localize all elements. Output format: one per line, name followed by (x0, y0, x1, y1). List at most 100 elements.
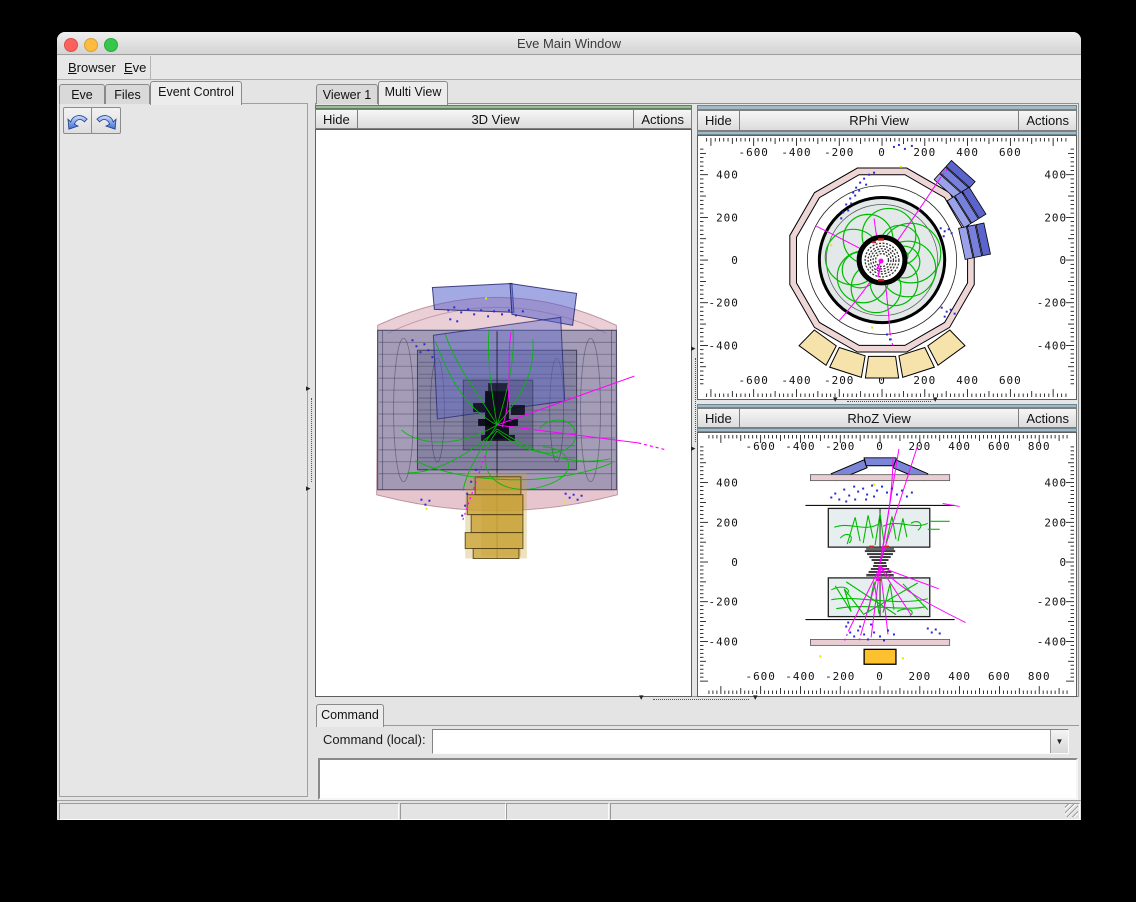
splitter-handle-mid2[interactable]: ▸ (691, 445, 696, 454)
axis-tick-label: -400 (781, 374, 811, 387)
axis-tick-label: 0 (876, 670, 884, 683)
command-prompt-label: Command (local): (323, 732, 426, 747)
axis-tick-label: 200 (913, 146, 936, 159)
splitter-handle-right2[interactable]: ▾ (933, 396, 938, 405)
3d-detector-render (316, 130, 691, 696)
splitter-left[interactable] (311, 398, 312, 482)
axis-tick-label: -600 (746, 440, 776, 453)
axis-tick-label: 200 (908, 670, 931, 683)
axis-tick-label: 400 (1044, 169, 1067, 182)
titlebar[interactable]: Eve Main Window (57, 32, 1081, 55)
dropdown-arrow-icon: ▼ (1056, 737, 1064, 746)
axis-tick-label: -400 (1037, 635, 1067, 648)
viewer-tab-viewer1[interactable]: Viewer 1 (316, 84, 378, 104)
splitter-handle-mid[interactable]: ▸ (691, 345, 696, 354)
splitter-mid[interactable] (695, 358, 696, 442)
axis-tick-label: 200 (908, 440, 931, 453)
axis-tick-label: 0 (878, 146, 886, 159)
axis-tick-label: -200 (708, 596, 738, 609)
hide-button-rphi[interactable]: Hide (698, 111, 740, 130)
prev-event-button[interactable] (63, 107, 93, 134)
rhoz-detector (805, 458, 959, 664)
command-tab[interactable]: Command (316, 704, 384, 727)
hide-button-3d[interactable]: Hide (316, 110, 358, 128)
command-combobox: ▼ (432, 729, 1069, 754)
axis-tick-label: 200 (913, 374, 936, 387)
splitter-handle-bottom[interactable]: ▾ (639, 694, 644, 703)
3d-header: Hide 3D View Actions (315, 109, 692, 129)
eve-main-window: Eve Main Window Browser Eve Eve Files Ev… (57, 32, 1081, 820)
axis-tick-label: -400 (785, 440, 815, 453)
detector-3d (377, 283, 618, 558)
axis-tick-label: 800 (1028, 670, 1051, 683)
menu-separator (150, 56, 151, 80)
axis-tick-label: -200 (1037, 596, 1067, 609)
actions-button-rhoz[interactable]: Actions (1018, 409, 1076, 427)
event-control-panel (59, 103, 308, 797)
left-tab-files[interactable]: Files (105, 84, 150, 104)
undo-arrow-icon (67, 111, 89, 131)
axis-tick-label: -200 (824, 374, 854, 387)
axis-tick-label: 600 (988, 440, 1011, 453)
3d-viewport[interactable] (315, 129, 692, 697)
splitter-handle-bottom2[interactable]: ▾ (753, 694, 758, 703)
resize-grip[interactable] (1065, 804, 1078, 817)
axis-tick-label: 400 (956, 146, 979, 159)
axis-tick-label: 200 (716, 516, 739, 529)
axis-tick-label: -400 (785, 670, 815, 683)
axis-tick-label: 600 (999, 374, 1022, 387)
statusbar-section-4 (610, 803, 1080, 820)
actions-button-3d[interactable]: Actions (633, 110, 691, 128)
command-frame-line (383, 725, 1079, 726)
axis-tick-label: -400 (1037, 339, 1067, 352)
splitter-bottom[interactable] (653, 699, 749, 700)
menubar: Browser Eve (57, 56, 1081, 80)
axis-tick-label: -200 (1037, 297, 1067, 310)
axis-tick-label: -200 (708, 297, 738, 310)
hide-button-rhoz[interactable]: Hide (698, 409, 740, 427)
axis-tick-label: -200 (825, 440, 855, 453)
axis-tick-label: 400 (1044, 477, 1067, 490)
axis-tick-label: 0 (731, 556, 739, 569)
axis-tick-label: 400 (948, 670, 971, 683)
left-tab-eve[interactable]: Eve (59, 84, 105, 104)
next-event-button[interactable] (91, 107, 121, 134)
actions-button-rphi[interactable]: Actions (1018, 111, 1076, 130)
axis-tick-label: 200 (1044, 211, 1067, 224)
beam-spot (865, 546, 895, 581)
statusbar-section-2 (400, 803, 506, 820)
viewer-tab-multi-view[interactable]: Multi View (378, 81, 448, 105)
axis-tick-label: 600 (999, 146, 1022, 159)
axis-tick-label: -400 (781, 146, 811, 159)
axis-tick-label: 0 (1059, 254, 1067, 267)
splitter-right[interactable] (847, 401, 931, 402)
command-input[interactable] (433, 730, 1050, 753)
axis-tick-label: 400 (948, 440, 971, 453)
command-dropdown-button[interactable]: ▼ (1050, 730, 1068, 753)
left-tab-event-control[interactable]: Event Control (150, 81, 242, 105)
axis-tick-label: -200 (825, 670, 855, 683)
desktop: Eve Main Window Browser Eve Eve Files Ev… (0, 0, 1136, 902)
axis-tick-label: -600 (746, 670, 776, 683)
window-title: Eve Main Window (57, 36, 1081, 51)
axis-tick-label: 400 (716, 169, 739, 182)
redo-arrow-icon (95, 111, 117, 131)
rphi-viewport[interactable]: -600 -600 -400 -400 -200 -200 0 0 200 200 400 400 60… (697, 135, 1077, 400)
axis-tick-label: -600 (739, 374, 769, 387)
splitter-handle-right[interactable]: ▾ (833, 396, 838, 405)
axis-tick-label: -600 (739, 146, 769, 159)
splitter-handle-left[interactable]: ▸ (306, 385, 311, 394)
axis-tick-label: -400 (708, 339, 738, 352)
3d-view-title: 3D View (358, 110, 634, 128)
rhoz-viewport[interactable]: -600 -600 -400 -400 -200 -200 0 0 200 200 400 400 60… (697, 432, 1077, 697)
axis-tick-label: 200 (716, 211, 739, 224)
tracker-core (859, 237, 905, 283)
axis-tick-label: -400 (708, 635, 738, 648)
splitter-handle-left2[interactable]: ▸ (306, 485, 311, 494)
axis-tick-label: -200 (824, 146, 854, 159)
rphi-detector-render: -600 -600 -400 -400 -200 -200 0 0 200 200 400 400 60… (698, 136, 1076, 399)
statusbar (57, 800, 1081, 820)
rphi-header: Hide RPhi View Actions (697, 110, 1077, 131)
rphi-view-title: RPhi View (740, 111, 1019, 130)
axis-tick-label: 0 (876, 440, 884, 453)
